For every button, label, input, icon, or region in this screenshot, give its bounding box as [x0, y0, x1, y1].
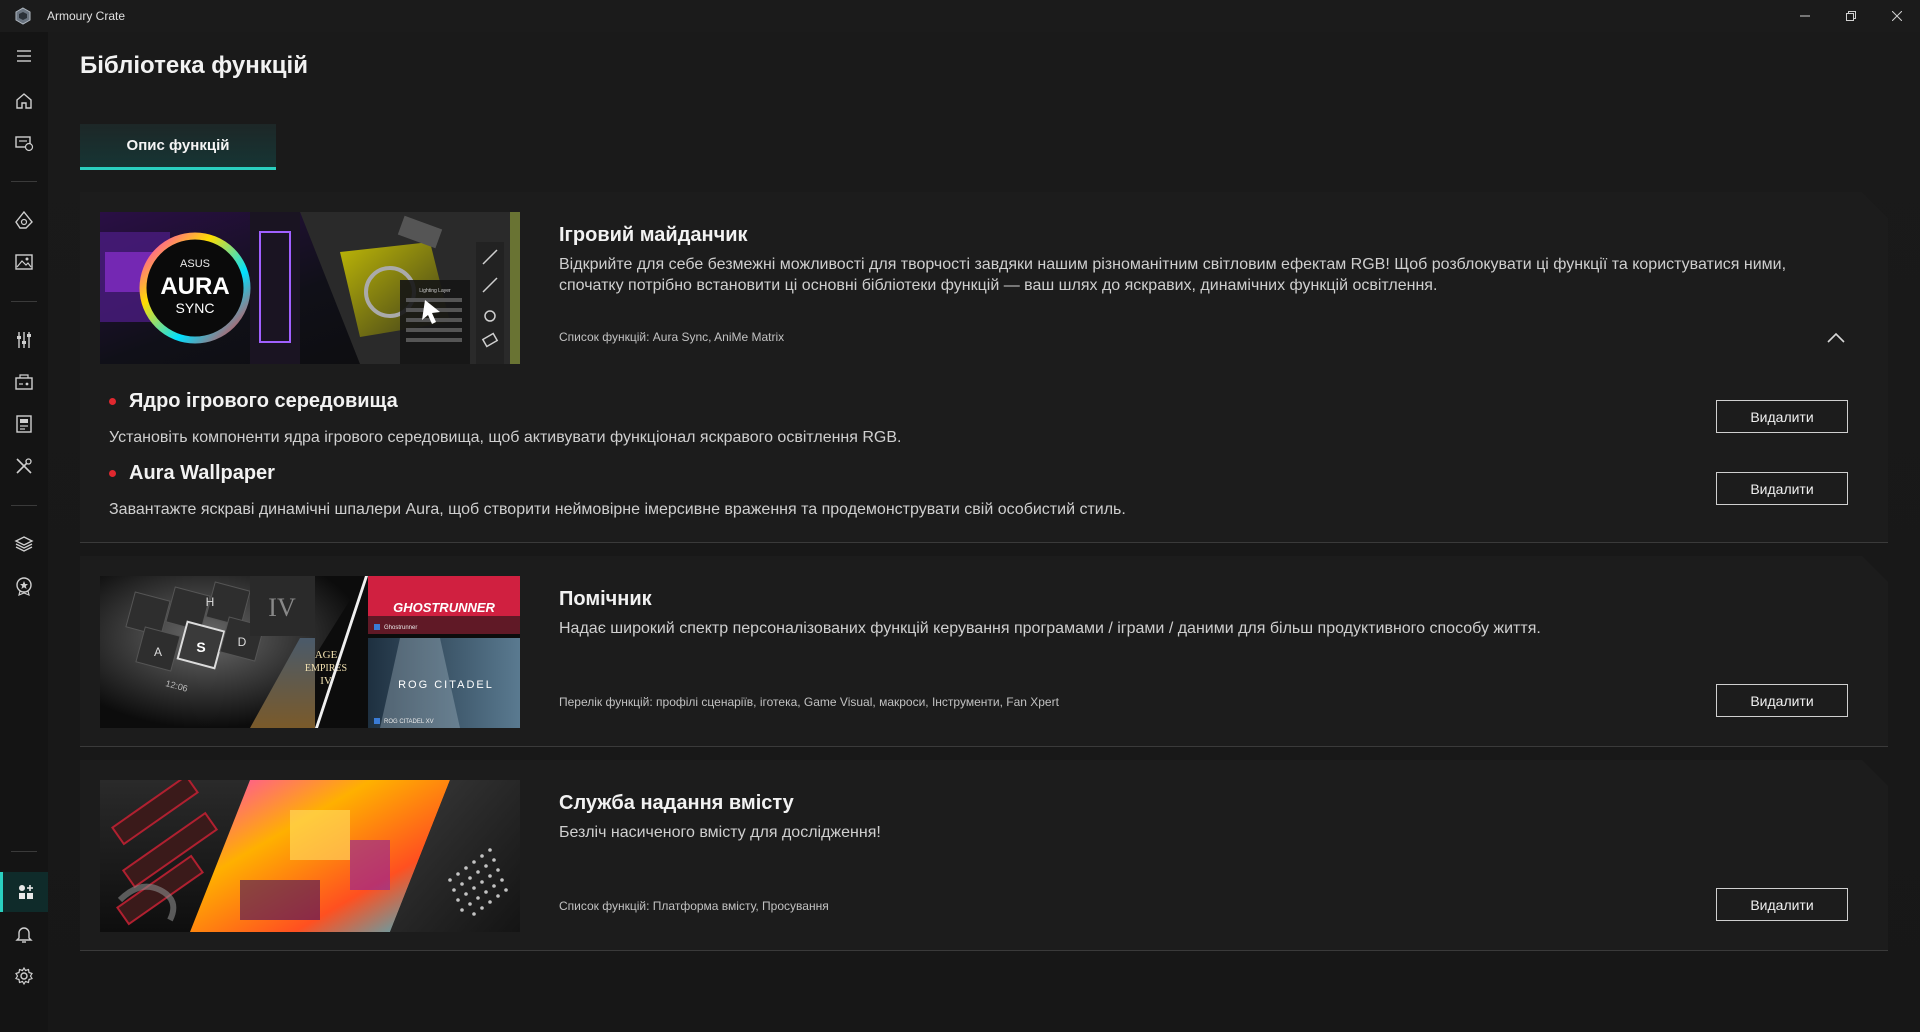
feature-card-content-service: Служба надання вмісту Безліч насиченого …: [80, 760, 1888, 951]
delete-button-assistant[interactable]: Видалити: [1716, 684, 1848, 717]
sliders-icon[interactable]: [0, 322, 48, 358]
aoe-line2: EMPIRES: [305, 663, 347, 674]
main-content: Бібліотека функцій Опис функцій ASUS AUR…: [48, 32, 1920, 1032]
rog-citadel-title: ROG CITADEL: [398, 679, 494, 691]
roman-four-label: IV: [268, 593, 296, 622]
bullet-icon: [109, 470, 116, 477]
tab-feature-description[interactable]: Опис функцій: [80, 124, 276, 170]
card-feature-list-content-service: Список функцій: Платформа вмісту, Просув…: [559, 899, 829, 913]
chevron-up-icon[interactable]: [1824, 326, 1848, 350]
badge-icon[interactable]: [0, 568, 48, 604]
armoury-crate-logo-icon: [13, 6, 33, 26]
lighting-layer-label: Lighting Layer: [419, 288, 451, 294]
layers-icon[interactable]: [0, 526, 48, 562]
menu-icon[interactable]: [0, 38, 48, 74]
subfeature-title-aura-wallpaper: Aura Wallpaper: [129, 462, 275, 484]
content-service-image: [100, 780, 520, 932]
close-icon[interactable]: [1874, 0, 1920, 32]
minimize-icon[interactable]: [1782, 0, 1828, 32]
key-a-label: A: [154, 645, 162, 659]
bullet-icon: [109, 398, 116, 405]
feature-card-playground: ASUS AURA SYNC Lighting Layer Ігровий ма…: [80, 192, 1888, 543]
card-description-playground: Відкрийте для себе безмежні можливості д…: [559, 256, 1787, 294]
sync-logo-text: SYNC: [176, 300, 215, 316]
delete-button-content-service[interactable]: Видалити: [1716, 888, 1848, 921]
ghostrunner-title: GHOSTRUNNER: [393, 600, 495, 615]
card-feature-list-assistant: Перелік функцій: профілі сценаріїв, ігот…: [559, 695, 1059, 709]
page-title: Бібліотека функцій: [80, 52, 308, 79]
key-d-label: D: [238, 635, 247, 649]
key-s-label: S: [196, 639, 205, 655]
subfeature-description-core: Установіть компоненти ядра ігрового сере…: [109, 429, 902, 446]
key-h-label: H: [206, 595, 215, 609]
feature-card-assistant: A S D H 12:06 IV AGE EMPIRES IV GHOSTRUN…: [80, 556, 1888, 747]
delete-button-core[interactable]: Видалити: [1716, 400, 1848, 433]
rog-citadel-caption: ROG CITADEL XV: [384, 719, 434, 725]
ghostrunner-caption: Ghostrunner: [384, 625, 417, 631]
aura-sync-image: ASUS AURA SYNC Lighting Layer: [100, 212, 520, 364]
home-icon[interactable]: [0, 83, 48, 119]
aura-icon[interactable]: [0, 202, 48, 238]
card-title-assistant: Помічник: [559, 588, 652, 610]
card-description-assistant: Надає широкий спектр персоналізованих фу…: [559, 620, 1541, 637]
card-feature-list-playground: Список функцій: Aura Sync, AniMe Matrix: [559, 330, 785, 344]
window-title: Armoury Crate: [47, 9, 126, 23]
device-icon[interactable]: [0, 125, 48, 161]
game-visual-icon[interactable]: [0, 406, 48, 442]
settings-icon[interactable]: [0, 958, 48, 994]
wallpaper-icon[interactable]: [0, 244, 48, 280]
card-title-content-service: Служба надання вмісту: [559, 792, 794, 814]
notification-icon[interactable]: [0, 916, 48, 952]
aura-logo-text: AURA: [160, 273, 229, 300]
sidebar: [0, 32, 48, 1032]
aoe-line1: AGE: [315, 649, 338, 661]
delete-button-aura-wallpaper[interactable]: Видалити: [1716, 472, 1848, 505]
subfeature-description-aura-wallpaper: Завантажте яскраві динамічні шпалери Aur…: [109, 501, 1126, 518]
game-library-icon[interactable]: [0, 364, 48, 400]
subfeature-title-core: Ядро ігрового середовища: [129, 390, 398, 412]
restore-icon[interactable]: [1828, 0, 1874, 32]
assistant-image: A S D H 12:06 IV AGE EMPIRES IV GHOSTRUN…: [100, 576, 520, 728]
tools-icon[interactable]: [0, 448, 48, 484]
title-bar: Armoury Crate: [0, 0, 1920, 32]
card-title-playground: Ігровий майданчик: [559, 224, 748, 246]
asus-logo-text: ASUS: [180, 258, 210, 270]
feature-library-icon[interactable]: [0, 872, 48, 912]
card-description-content-service: Безліч насиченого вмісту для дослідження…: [559, 824, 881, 841]
